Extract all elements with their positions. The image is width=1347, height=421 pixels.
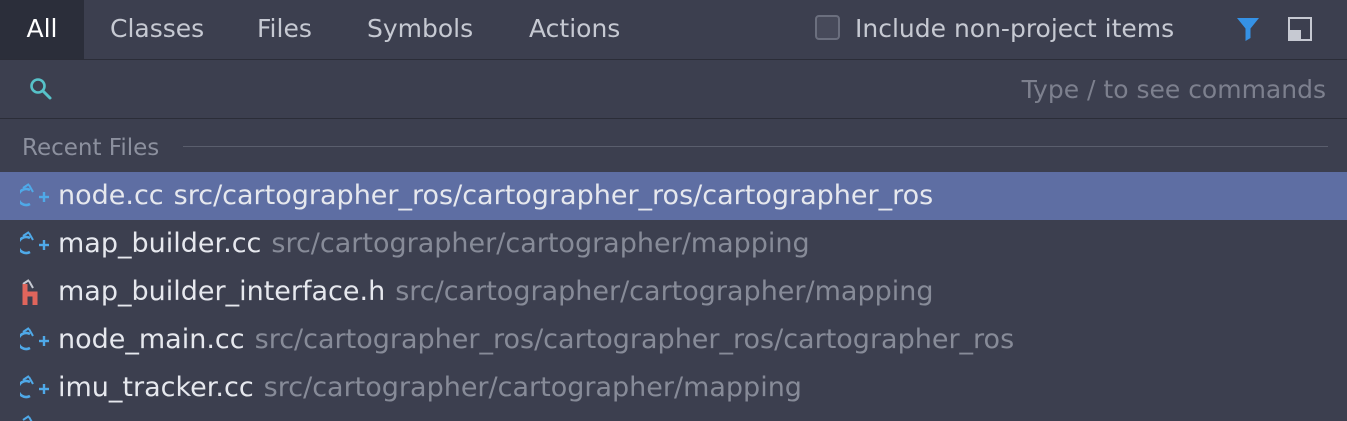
tab-files[interactable]: Files [257, 0, 312, 59]
include-non-project-checkbox[interactable] [815, 15, 840, 40]
list-item[interactable]: map_builder_interface.h src/cartographer/… [0, 268, 1347, 316]
search-row [0, 60, 1347, 119]
tab-bar: All Classes Files Symbols Actions Includ… [0, 0, 1347, 60]
search-input[interactable] [70, 68, 1326, 110]
file-name: imu_tracker.cc [58, 372, 254, 403]
file-name: node.cc [58, 180, 164, 211]
filter-icon[interactable] [1236, 16, 1260, 42]
file-path: src/cartographer/cartographer/mapping [395, 276, 934, 307]
tab-actions[interactable]: Actions [529, 0, 620, 59]
list-item[interactable]: node.cc src/cartographer_ros/cartographer… [0, 172, 1347, 220]
cpp-file-icon [16, 182, 50, 210]
section-divider [183, 146, 1328, 147]
file-path: src/cartographer/cartographer/mapping [271, 228, 810, 259]
search-icon [28, 76, 54, 102]
list-item[interactable]: imu_tracker.cc src/cartographer/cartograp… [0, 364, 1347, 412]
tab-all[interactable]: All [0, 0, 84, 59]
file-name: map_builder.cc [58, 228, 262, 259]
list-item-partial[interactable] [0, 412, 1347, 421]
header-file-icon [20, 278, 50, 306]
file-name: node_main.cc [58, 324, 245, 355]
cpp-file-icon [16, 230, 50, 258]
cpp-file-icon [16, 374, 50, 402]
list-item[interactable]: map_builder.cc src/cartographer/cartograp… [0, 220, 1347, 268]
tab-symbols[interactable]: Symbols [367, 0, 473, 59]
file-path: src/cartographer/cartographer/mapping [263, 372, 802, 403]
include-non-project-label[interactable]: Include non-project items [855, 0, 1174, 57]
preview-panel-icon[interactable] [1287, 16, 1313, 42]
list-item[interactable]: node_main.cc src/cartographer_ros/cartogr… [0, 316, 1347, 364]
cpp-file-icon [20, 414, 50, 421]
file-path: src/cartographer_ros/cartographer_ros/ca… [254, 324, 1015, 355]
section-title-recent-files: Recent Files [22, 135, 160, 161]
tab-classes[interactable]: Classes [110, 0, 204, 59]
cpp-file-icon [16, 326, 50, 354]
file-name: map_builder_interface.h [58, 276, 386, 307]
file-path: src/cartographer_ros/cartographer_ros/ca… [173, 180, 934, 211]
search-everywhere-popup: All Classes Files Symbols Actions Includ… [0, 0, 1347, 421]
